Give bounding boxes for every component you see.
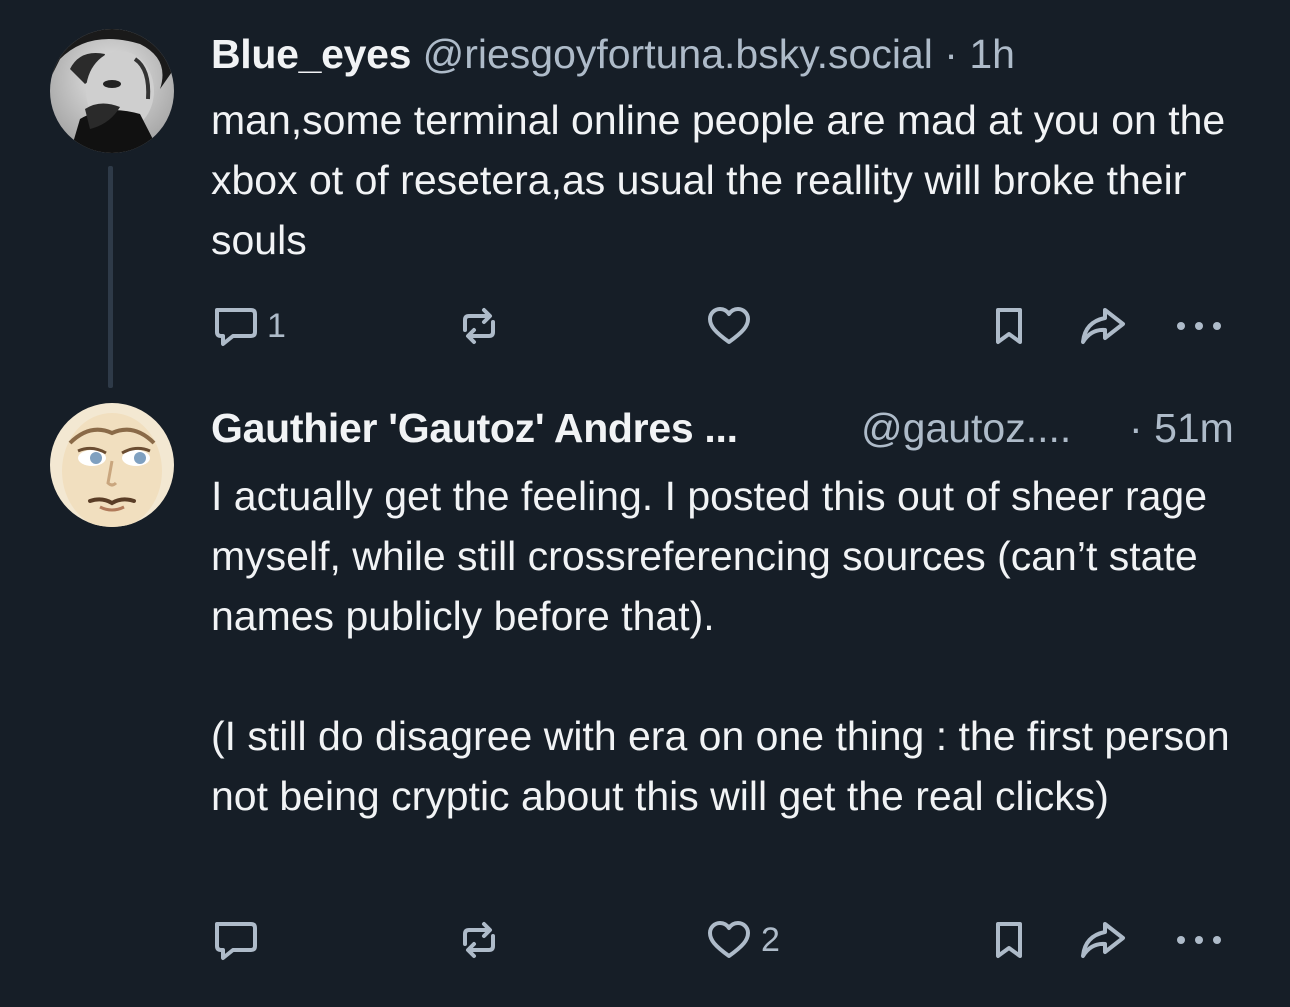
post-paragraph: (I still do disagree with era on one thi… [211, 713, 1230, 819]
thread-connector-line [108, 166, 113, 388]
post-timestamp[interactable]: 51m [1154, 405, 1234, 451]
reply-button[interactable] [211, 918, 267, 962]
bookmark-button[interactable] [987, 304, 1031, 348]
reply-bubble-icon [215, 922, 257, 960]
share-button[interactable] [1077, 304, 1129, 348]
post-paragraph: man,some terminal online people are mad … [211, 97, 1226, 263]
post-paragraph: I actually get the feeling. I posted thi… [211, 473, 1208, 639]
repost-icon [463, 308, 495, 344]
repost-icon [463, 922, 495, 958]
heart-icon [708, 307, 750, 344]
more-dots-icon [1177, 936, 1221, 944]
post-text: I actually get the feeling. I posted thi… [211, 466, 1271, 826]
separator-dot: · [944, 31, 958, 77]
more-dots-icon [1177, 322, 1221, 330]
timestamp-group: · 51m [1129, 404, 1234, 452]
post-actions: 2 [211, 918, 1231, 962]
more-options-button[interactable] [1171, 304, 1227, 348]
avatar[interactable] [50, 29, 174, 153]
bookmark-icon [996, 922, 1022, 958]
avatar-photo [50, 29, 174, 153]
reply-button[interactable]: 1 [211, 304, 286, 348]
like-count: 2 [761, 920, 780, 959]
bookmark-button[interactable] [987, 918, 1031, 962]
post-text: man,some terminal online people are mad … [211, 90, 1271, 270]
bookmark-icon [996, 308, 1022, 344]
repost-button[interactable] [455, 918, 511, 962]
author-handle[interactable]: @riesgoyfortuna.bsky.social [423, 31, 933, 77]
avatar[interactable] [50, 403, 174, 527]
reply-count: 1 [267, 306, 286, 345]
author-display-name[interactable]: Gauthier 'Gautoz' Andres ... [211, 404, 738, 452]
post-timestamp[interactable]: 1h [969, 31, 1015, 77]
reply-bubble-icon [215, 308, 257, 346]
repost-button[interactable] [455, 304, 511, 348]
heart-icon [708, 921, 750, 958]
separator-dot: · [1129, 405, 1143, 451]
post-item[interactable]: Gauthier 'Gautoz' Andres ... @gautoz....… [0, 380, 1290, 1007]
like-button[interactable] [705, 304, 761, 348]
share-button[interactable] [1077, 918, 1129, 962]
post-item[interactable]: Blue_eyes @riesgoyfortuna.bsky.social · … [0, 0, 1290, 388]
share-arrow-icon [1081, 922, 1125, 958]
more-options-button[interactable] [1171, 918, 1227, 962]
like-button[interactable]: 2 [705, 918, 780, 962]
post-header: Blue_eyes @riesgoyfortuna.bsky.social · … [211, 30, 1015, 78]
post-actions: 1 [211, 304, 1231, 348]
author-display-name[interactable]: Blue_eyes [211, 31, 411, 77]
avatar-illustration [50, 403, 174, 527]
share-arrow-icon [1081, 308, 1125, 344]
author-handle[interactable]: @gautoz.... [861, 404, 1071, 452]
